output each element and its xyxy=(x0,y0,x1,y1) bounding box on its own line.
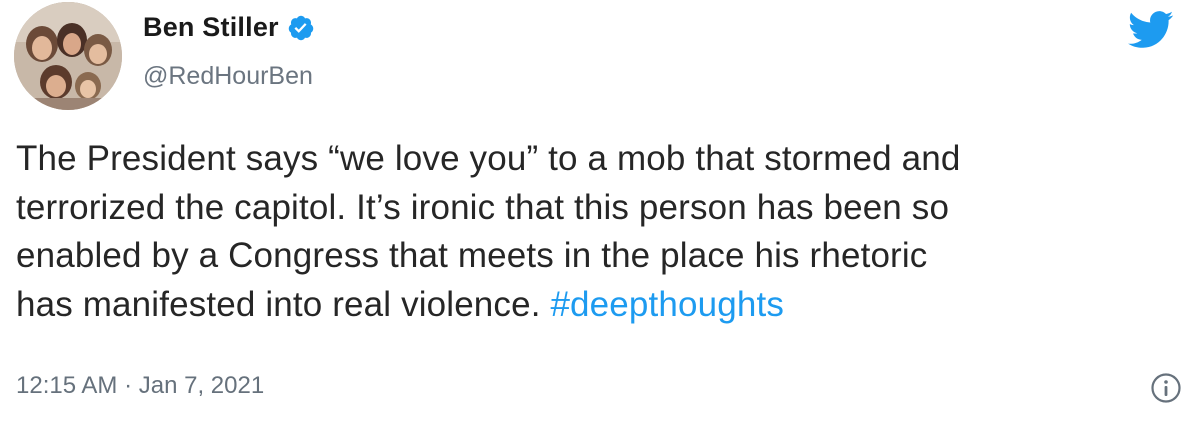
avatar[interactable] xyxy=(14,2,122,110)
verified-badge-icon xyxy=(287,14,315,42)
tweet-text: The President says “we love you” to a mo… xyxy=(16,135,1191,329)
display-name[interactable]: Ben Stiller xyxy=(143,12,279,43)
tweet-timestamp[interactable]: 12:15 AM · Jan 7, 2021 xyxy=(16,372,264,400)
tweet-text-line: enabled by a Congress that meets in the … xyxy=(16,236,928,275)
tweet-text-line: terrorized the capitol. It’s ironic that… xyxy=(16,187,950,227)
author-name-row[interactable]: Ben Stiller xyxy=(143,12,315,43)
info-icon[interactable] xyxy=(1150,372,1182,404)
tweet-text-segment: has manifested into real violence. xyxy=(16,284,551,324)
author-handle[interactable]: @RedHourBen xyxy=(143,62,313,91)
tweet-text-line: The President says “we love you” to a mo… xyxy=(16,139,961,178)
avatar-photo xyxy=(14,2,122,110)
tweet-text-line-last: has manifested into real violence. #deep… xyxy=(16,281,1191,330)
twitter-bird-icon[interactable] xyxy=(1128,10,1174,50)
hashtag-link[interactable]: #deepthoughts xyxy=(550,285,784,324)
tweet-card: Ben Stiller @RedHourBen The President sa… xyxy=(0,0,1200,424)
